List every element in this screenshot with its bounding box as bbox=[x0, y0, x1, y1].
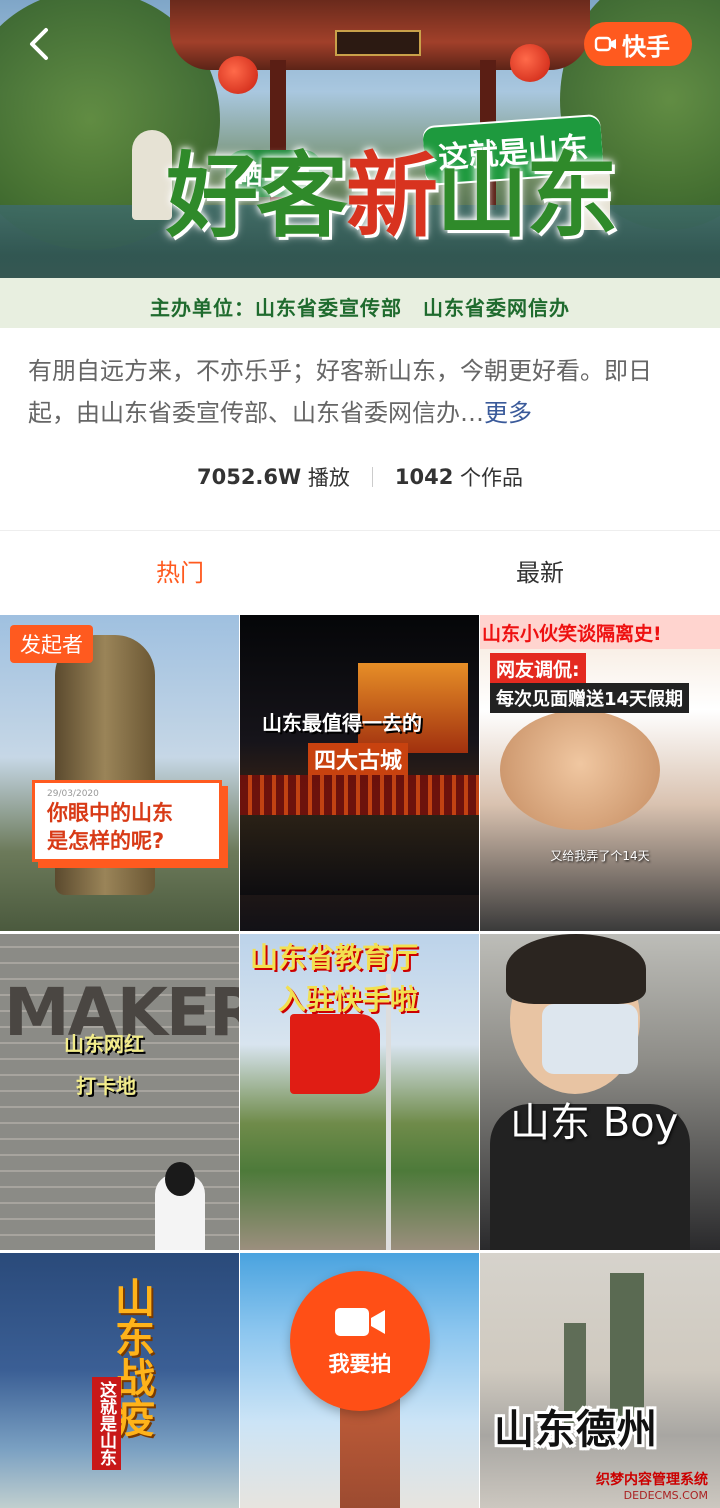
thumb-subtitle: 又给我弄了个14天 bbox=[550, 849, 650, 863]
video-thumb[interactable]: 山东省教育厅 入驻快手啦 bbox=[240, 934, 479, 1250]
thumb-caption: 山东最值得一去的 bbox=[262, 711, 422, 735]
headline-part: 山东 bbox=[436, 142, 618, 250]
site-watermark: 织梦内容管理系统 DEDECMS.COM bbox=[596, 1472, 708, 1504]
headline-part: 新 bbox=[346, 142, 438, 250]
flag bbox=[290, 1014, 380, 1094]
thumb-tag: 这就是山东 bbox=[92, 1377, 121, 1470]
video-thumb[interactable]: 山东小伙笑谈隔离史! 网友调侃: 每次见面赠送14天假期 又给我弄了个14天 bbox=[480, 615, 720, 931]
banner-sponsor: 主办单位：山东省委宣传部 山东省委网信办 bbox=[150, 296, 570, 320]
lantern bbox=[510, 44, 550, 82]
thumb-caption: 打卡地 bbox=[76, 1074, 136, 1098]
video-thumb[interactable]: 发起者 29/03/2020 你眼中的山东 是怎样的呢? bbox=[0, 615, 239, 931]
video-camera-icon bbox=[335, 1308, 385, 1336]
tab-bar: 热门 最新 bbox=[0, 540, 720, 610]
video-thumb[interactable]: 山东最值得一去的 四大古城 bbox=[240, 615, 479, 931]
tab-hot[interactable]: 热门 bbox=[0, 540, 360, 610]
kuaishou-logo: 快手 bbox=[584, 22, 692, 66]
face-mask bbox=[542, 1004, 638, 1074]
works-count: 1042 bbox=[394, 465, 454, 489]
logo-text: 快手 bbox=[622, 32, 670, 61]
thumb-label: 网友调侃: bbox=[490, 653, 586, 684]
card-line: 是怎样的呢? bbox=[47, 829, 165, 853]
works-label: 个作品 bbox=[460, 466, 524, 490]
video-thumb[interactable]: MAKER 山东网红 打卡地 bbox=[0, 934, 239, 1250]
lantern bbox=[218, 56, 258, 94]
video-thumb[interactable]: 我要拍 bbox=[240, 1253, 479, 1508]
video-thumb[interactable]: 山东战疫 这就是山东 bbox=[0, 1253, 239, 1508]
video-thumb[interactable]: 山东 Boy bbox=[480, 934, 720, 1250]
section-divider bbox=[0, 530, 720, 531]
thumb-label: 每次见面赠送14天假期 bbox=[490, 683, 690, 713]
tab-latest[interactable]: 最新 bbox=[360, 540, 720, 610]
camera-logo-icon bbox=[594, 36, 616, 52]
hair bbox=[506, 934, 646, 1004]
video-grid: 发起者 29/03/2020 你眼中的山东 是怎样的呢? 山东最值得一去的 四大… bbox=[0, 615, 720, 1508]
play-label: 播放 bbox=[307, 466, 350, 490]
topic-stats: 7052.6W 播放 1042 个作品 bbox=[0, 462, 720, 492]
watermark-line: 织梦内容管理系统 bbox=[596, 1472, 708, 1488]
stats-divider bbox=[371, 467, 373, 487]
headline-part: 好客 bbox=[166, 142, 348, 250]
thumb-caption: 山东德州 bbox=[494, 1407, 658, 1453]
thumb-caption: 山东 Boy bbox=[510, 1100, 679, 1146]
watermark-line: DEDECMS.COM bbox=[623, 1489, 708, 1502]
face bbox=[500, 710, 660, 830]
record-label: 我要拍 bbox=[328, 1352, 392, 1376]
record-button[interactable]: 我要拍 bbox=[290, 1271, 430, 1411]
thumb-caption: 山东省教育厅 bbox=[250, 941, 419, 974]
banner-headline: 好客新山东 bbox=[166, 150, 618, 242]
gate-sign bbox=[335, 30, 421, 56]
initiator-badge: 发起者 bbox=[10, 625, 93, 663]
thumb-title: 山东小伙笑谈隔离史! bbox=[480, 615, 720, 649]
play-count: 7052.6W bbox=[196, 465, 302, 489]
description-text: 有朋自远方来，不亦乐乎；好客新山东，今朝更好看。即日起，由山东省委宣传部、山东省… bbox=[28, 357, 652, 427]
more-link[interactable]: 更多 bbox=[484, 399, 532, 427]
back-arrow-icon[interactable] bbox=[18, 22, 62, 66]
card-date: 29/03/2020 bbox=[47, 789, 99, 799]
person-hair bbox=[165, 1162, 195, 1196]
question-card: 29/03/2020 你眼中的山东 是怎样的呢? bbox=[32, 780, 222, 862]
topic-description: 有朋自远方来，不亦乐乎；好客新山东，今朝更好看。即日起，由山东省委宣传部、山东省… bbox=[28, 350, 692, 434]
thumb-caption: 入驻快手啦 bbox=[278, 983, 419, 1016]
thumb-caption: 四大古城 bbox=[308, 743, 409, 775]
video-thumb[interactable]: 山东德州 织梦内容管理系统 DEDECMS.COM bbox=[480, 1253, 720, 1508]
bridge bbox=[240, 815, 479, 895]
card-line: 你眼中的山东 bbox=[47, 801, 173, 825]
thumb-caption: 山东网红 bbox=[64, 1032, 144, 1056]
